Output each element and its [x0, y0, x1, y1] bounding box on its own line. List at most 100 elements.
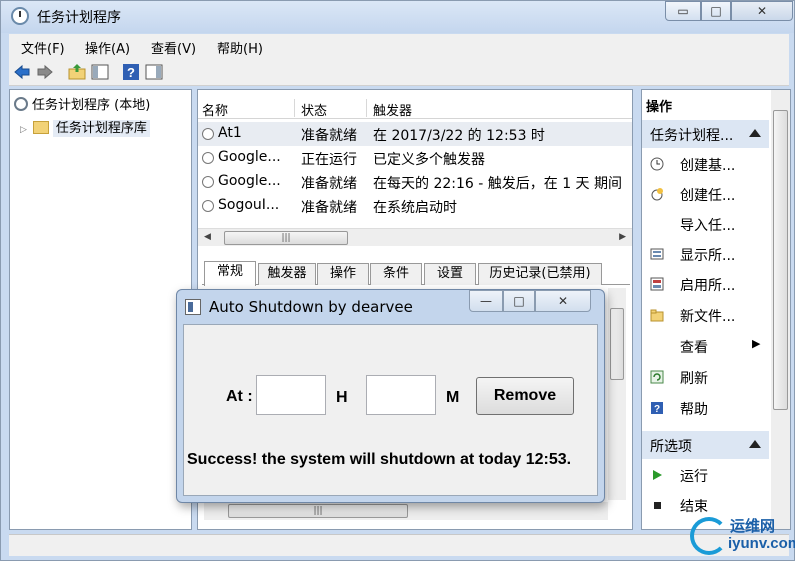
actions-pane: 操作 任务计划程... 创建基... 创建任... 导入任... 显示所... …	[641, 89, 791, 530]
scroll-thumb[interactable]	[773, 110, 788, 410]
tree-root-local[interactable]: 任务计划程序 (本地)	[14, 94, 150, 113]
collapse-caret-icon[interactable]	[749, 440, 761, 448]
action-help[interactable]: ? 帮助	[642, 395, 769, 421]
svg-text:?: ?	[654, 404, 660, 415]
help-icon[interactable]: ?	[122, 63, 140, 81]
collapse-caret-icon[interactable]	[749, 129, 761, 137]
action-display-all-running[interactable]: 显示所...	[642, 241, 769, 267]
scroll-thumb[interactable]	[610, 308, 624, 380]
actions-section-library[interactable]: 任务计划程...	[642, 120, 769, 148]
detail-vertical-scrollbar[interactable]	[608, 288, 626, 500]
close-button[interactable]: ✕	[731, 1, 793, 21]
create-basic-task-icon	[650, 157, 664, 171]
maximize-button[interactable]: □	[701, 1, 731, 21]
window-title: 任务计划程序	[37, 10, 121, 26]
action-run[interactable]: 运行	[642, 462, 769, 488]
title-bar: 任务计划程序 ▭ □ ✕	[1, 1, 794, 33]
dialog-minimize-button[interactable]: —	[469, 290, 503, 312]
new-folder-icon	[650, 309, 664, 322]
hour-input[interactable]	[256, 375, 326, 415]
task-row[interactable]: Google... 准备就绪 在每天的 22:16 - 触发后，在 1 天 期间	[198, 170, 632, 194]
refresh-icon	[650, 370, 664, 384]
svg-text:?: ?	[127, 65, 135, 80]
column-name[interactable]: 名称	[202, 100, 228, 119]
menu-action[interactable]: 操作(A)	[85, 38, 130, 57]
task-row[interactable]: SogouI... 准备就绪 在系统启动时	[198, 194, 632, 218]
minimize-button[interactable]: ▭	[665, 1, 701, 21]
detail-horizontal-scrollbar[interactable]: |||	[204, 502, 608, 520]
submenu-arrow-icon: ▶	[752, 337, 761, 350]
detail-tabs: 常规 触发器 操作 条件 设置 历史记录(已禁用)	[202, 261, 630, 286]
action-new-folder[interactable]: 新文件...	[642, 302, 769, 328]
enable-history-icon	[650, 277, 664, 291]
list-header: 名称 状态 触发器	[198, 97, 632, 119]
dialog-maximize-button[interactable]: □	[503, 290, 535, 312]
clock-icon	[14, 97, 28, 111]
dialog-close-button[interactable]: ✕	[535, 290, 591, 312]
dialog-title: Auto Shutdown by dearvee	[209, 298, 413, 316]
at-label: At :	[226, 388, 253, 405]
task-row[interactable]: At1 准备就绪 在 2017/3/22 的 12:53 时	[198, 122, 632, 146]
hour-label: H	[336, 389, 348, 406]
task-clock-icon	[202, 152, 214, 164]
column-triggers[interactable]: 触发器	[373, 100, 412, 119]
toolbar: ?	[9, 59, 789, 86]
task-clock-icon	[202, 200, 214, 212]
menu-bar: 文件(F) 操作(A) 查看(V) 帮助(H)	[9, 34, 789, 59]
action-import-task[interactable]: 导入任...	[642, 211, 769, 237]
show-hide-tree-icon[interactable]	[91, 63, 109, 81]
action-create-basic-task[interactable]: 创建基...	[642, 151, 769, 177]
status-bar	[9, 534, 789, 556]
status-message: Success! the system will shutdown at tod…	[187, 451, 572, 468]
menu-help[interactable]: 帮助(H)	[217, 38, 263, 57]
up-folder-icon[interactable]	[68, 63, 86, 81]
minute-input[interactable]	[366, 375, 436, 415]
display-running-icon	[650, 248, 664, 260]
tab-settings[interactable]: 设置	[424, 263, 476, 285]
folder-icon	[32, 121, 49, 134]
tab-general[interactable]: 常规	[204, 261, 256, 286]
action-create-task[interactable]: 创建任...	[642, 181, 769, 207]
console-tree-pane: 任务计划程序 (本地) ▷ 任务计划程序库	[9, 89, 192, 530]
action-view[interactable]: 查看 ▶	[642, 333, 769, 359]
tab-conditions[interactable]: 条件	[370, 263, 422, 285]
expand-arrow-icon[interactable]: ▷	[20, 125, 27, 135]
scroll-left-icon[interactable]: ◀	[204, 232, 211, 242]
dialog-body: At : H M Remove Success! the system will…	[183, 324, 598, 496]
action-enable-all-history[interactable]: 启用所...	[642, 271, 769, 297]
tab-actions[interactable]: 操作	[317, 263, 369, 285]
task-clock-icon	[202, 176, 214, 188]
scroll-thumb[interactable]: |||	[228, 504, 408, 518]
watermark-ring-icon	[690, 517, 728, 555]
forward-arrow-icon[interactable]	[36, 63, 54, 81]
remove-button[interactable]: Remove	[476, 377, 574, 415]
action-refresh[interactable]: 刷新	[642, 364, 769, 390]
scroll-right-icon[interactable]: ▶	[619, 232, 626, 242]
create-task-icon	[651, 188, 663, 201]
task-scheduler-icon	[11, 7, 29, 25]
actions-vertical-scrollbar[interactable]	[771, 90, 790, 529]
tab-triggers[interactable]: 触发器	[258, 263, 316, 285]
auto-shutdown-dialog: Auto Shutdown by dearvee — □ ✕ At : H M …	[176, 289, 605, 503]
task-row[interactable]: Google... 正在运行 已定义多个触发器	[198, 146, 632, 170]
task-clock-icon	[202, 128, 214, 140]
actions-section-selected[interactable]: 所选项	[642, 431, 769, 459]
tree-library-item[interactable]: ▷ 任务计划程序库	[20, 117, 150, 137]
column-status[interactable]: 状态	[301, 100, 327, 119]
help-icon: ?	[651, 402, 663, 415]
minute-label: M	[446, 389, 460, 406]
menu-view[interactable]: 查看(V)	[151, 38, 196, 57]
actions-title: 操作	[646, 100, 673, 115]
list-horizontal-scrollbar[interactable]: ◀ ||| ▶	[198, 228, 632, 246]
watermark-text-cn: 运维网	[730, 517, 776, 535]
tab-history[interactable]: 历史记录(已禁用)	[478, 263, 602, 285]
watermark-logo: 运维网 iyunv.com	[690, 515, 795, 557]
app-icon	[185, 299, 201, 315]
back-arrow-icon[interactable]	[13, 63, 31, 81]
watermark-text-url: iyunv.com	[728, 535, 795, 552]
show-hide-action-pane-icon[interactable]	[145, 63, 163, 81]
run-play-icon	[653, 470, 662, 480]
menu-file[interactable]: 文件(F)	[21, 38, 65, 57]
scroll-thumb[interactable]: |||	[224, 231, 348, 245]
stop-square-icon	[654, 502, 661, 509]
